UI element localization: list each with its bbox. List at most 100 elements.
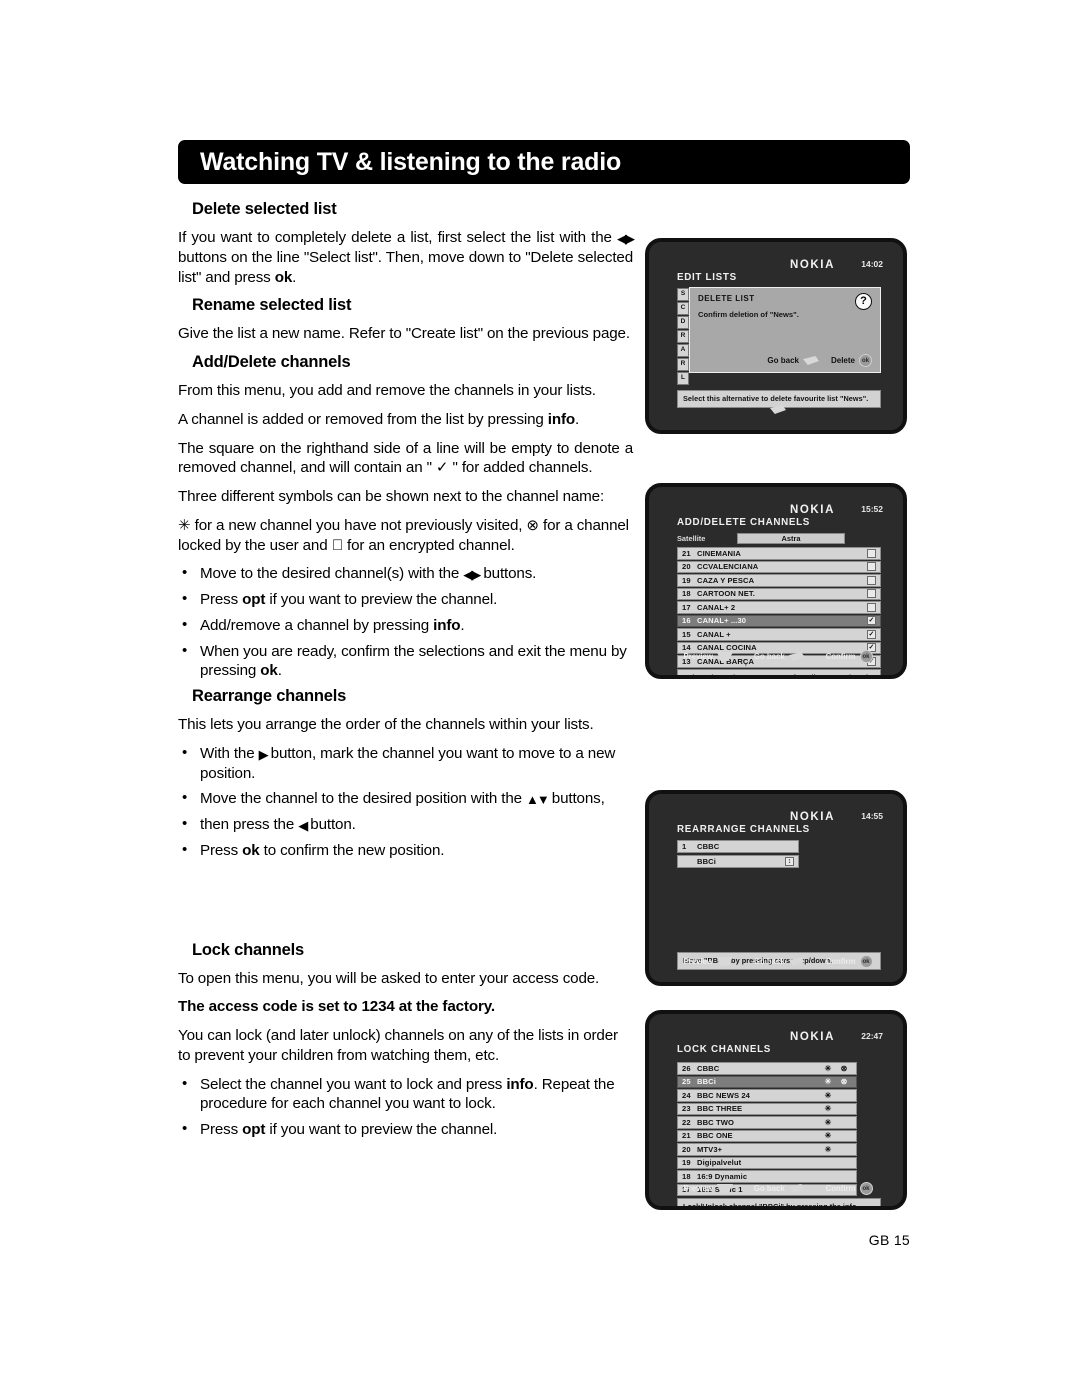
satellite-value[interactable]: Astra [737,533,845,544]
bullet-bold-info: info [433,616,461,634]
channel-number: 16 [682,616,691,626]
confirm-button[interactable]: Confirm ok [826,955,873,968]
preview-button[interactable]: Preview [683,1184,733,1193]
tv-screen: NOKIA 15:52 ADD/DELETE CHANNELS Satellit… [659,495,893,675]
channel-name: BBC NEWS 24 [697,1090,750,1100]
bullet-list-lock: Select the channel you want to lock and … [178,1074,633,1140]
bullet-text-b: if you want to preview the channel. [265,1121,498,1138]
table-row[interactable]: 21 BBC ONE ✳ [677,1129,857,1142]
table-row[interactable]: 15 CANAL + ✓ [677,628,881,641]
preview-button[interactable]: Preview [683,957,733,966]
back-key-icon [802,356,819,365]
channel-name: BBC ONE [697,1131,733,1141]
channel-checkbox[interactable] [867,589,876,599]
bullet-text-b: . [460,616,465,634]
bullet-text-b: button. [306,816,356,833]
bullet-text-a: then press the [200,816,299,833]
go-back-button[interactable]: Go back [754,957,805,966]
table-row[interactable]: 16 CANAL+ ...30 ✓ [677,614,881,627]
channel-checkbox[interactable] [867,602,876,612]
locked-channel-icon: ⊗ [840,1077,848,1087]
channel-name: CCVALENCIANA [697,562,759,572]
heading-add-delete-channels: Add/Delete channels [192,353,351,371]
para-rename-selected-list: Give the list a new name. Refer to "Crea… [178,325,630,343]
table-row[interactable]: 18 CARTOON NET. [677,587,881,600]
delete-label: Delete [830,356,855,365]
table-row[interactable]: BBCi ↕ [677,855,799,868]
bullet-list-rearrange: With the ▶ button, mark the channel you … [178,743,633,861]
bullet-bold-opt: opt [242,591,266,608]
channel-checkbox[interactable] [867,562,876,572]
table-row[interactable]: 19 CAZA Y PESCA [677,574,881,587]
para-text-a: If you want to completely delete a list,… [178,229,617,246]
menu-tab[interactable]: L [677,372,689,385]
bullet-text-a: With the [200,744,259,762]
screen-title: LOCK CHANNELS [677,1044,772,1055]
channel-checkbox[interactable]: ✓ [867,616,876,626]
help-icon[interactable]: ? [855,293,872,310]
channel-number: 20 [682,562,691,572]
channel-number: 23 [682,1104,691,1114]
menu-tab[interactable]: R [677,330,689,343]
para-add-delete-3: The square on the righthand side of a li… [178,439,633,477]
table-row[interactable]: 1 CBBC [677,840,799,853]
menu-tab[interactable]: C [677,302,689,315]
para-text-b: . [575,410,580,428]
locked-channel-icon: ⊗ [840,1063,848,1073]
channel-number: 21 [682,548,691,558]
bullet-bold-opt: opt [242,1121,266,1138]
table-row[interactable]: 21 CINEMANIA [677,547,881,560]
channel-name: BBCi [697,1077,716,1087]
ok-key-icon: ok [859,354,872,367]
down-key-icon [716,1184,733,1193]
table-row[interactable]: 22 BBC TWO ✳ [677,1116,857,1129]
menu-tab[interactable]: R [677,358,689,371]
screen-title: ADD/DELETE CHANNELS [677,517,811,528]
channel-checkbox[interactable]: ✓ [867,629,876,639]
screenshot-rearrange-channels: NOKIA 14:55 REARRANGE CHANNELS 1 CBBC BBC… [645,790,907,986]
softkey-bar: Preview Go back Confirm ok [673,650,883,663]
table-row[interactable]: 20 MTV3+ ✳ [677,1143,857,1156]
go-back-button[interactable]: Go back [767,356,819,365]
go-back-button[interactable]: Go back [754,1184,805,1193]
table-row[interactable]: 24 BBC NEWS 24 ✳ [677,1089,857,1102]
channel-name: BBC TWO [697,1117,734,1127]
bullet-text-a: Move the channel to the desired position… [200,790,526,808]
para-lock-3: You can lock (and later unlock) channels… [178,1027,618,1064]
channel-checkbox[interactable] [867,548,876,558]
screen-title: EDIT LISTS [677,272,737,283]
new-channel-icon: ✳ [824,1063,832,1073]
menu-tab[interactable]: D [677,316,689,329]
table-row[interactable]: 19 Digipalvelut [677,1156,857,1169]
table-row[interactable]: 17 CANAL+ 2 [677,601,881,614]
para-add-delete-4: Three different symbols can be shown nex… [178,488,605,505]
table-row[interactable]: 18 16:9 Dynamic [677,1170,857,1183]
nokia-logo: NOKIA [789,811,835,823]
preview-label: Preview [683,957,713,966]
confirm-button[interactable]: Confirm ok [826,650,873,663]
table-row[interactable]: 25 BBCi ✳ ⊗ [677,1075,857,1088]
table-row[interactable]: 23 BBC THREE ✳ [677,1102,857,1115]
table-row[interactable]: 26 CBBC ✳ ⊗ [677,1062,857,1075]
screen-title: REARRANGE CHANNELS [677,824,810,835]
preview-button[interactable]: Preview [683,652,733,661]
new-channel-icon: ✳ [824,1131,832,1141]
channel-name: BBC THREE [697,1104,743,1114]
delete-button[interactable]: Delete ok [831,354,872,367]
satellite-row[interactable]: Satellite Astra [677,533,881,544]
menu-tab[interactable]: A [677,344,689,357]
confirm-button[interactable]: Confirm ok [826,1182,873,1195]
go-back-label: Go back [767,356,799,365]
channel-name: CANAL+ 2 [697,602,736,612]
left-right-arrow-icon: ◀▶ [617,231,635,246]
bullet-text-a: Press [200,591,243,608]
table-row[interactable]: 20 CCVALENCIANA [677,560,881,573]
heading-delete-selected-list: Delete selected list [192,200,337,218]
go-back-button[interactable]: Go back [754,652,805,661]
menu-tab[interactable]: S [677,288,689,301]
back-key-icon[interactable] [770,405,786,414]
heading-rearrange-channels: Rearrange channels [192,687,347,705]
clock-display: 15:52 [861,504,883,514]
list-item: Press opt if you want to preview the cha… [178,1119,633,1140]
channel-checkbox[interactable] [867,575,876,585]
